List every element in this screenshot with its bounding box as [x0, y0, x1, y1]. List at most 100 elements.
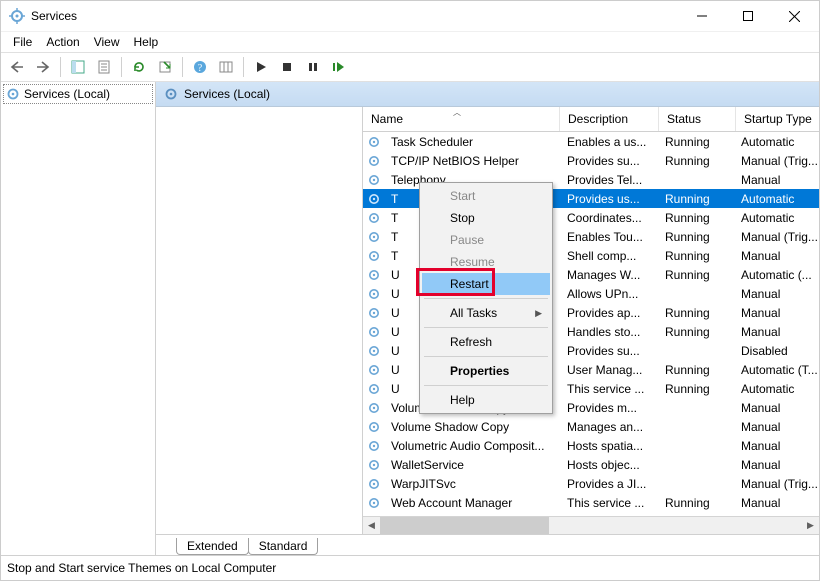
cell-status: Running: [657, 230, 733, 244]
scroll-right-icon[interactable]: ▶: [802, 517, 819, 534]
cell-startup: Manual: [733, 420, 819, 434]
service-gear-icon: [367, 325, 381, 339]
stop-service-button[interactable]: [275, 55, 299, 79]
cell-description: Manages W...: [559, 268, 657, 282]
service-gear-icon: [367, 135, 381, 149]
ctx-refresh[interactable]: Refresh: [422, 331, 550, 353]
cell-startup: Manual: [733, 401, 819, 415]
cell-name: Volumetric Audio Composit...: [383, 439, 559, 453]
col-description[interactable]: Description: [560, 107, 659, 131]
toolbar-separator: [121, 57, 122, 77]
service-gear-icon: [367, 268, 381, 282]
ctx-properties[interactable]: Properties: [422, 360, 550, 382]
service-gear-icon: [367, 363, 381, 377]
cell-startup: Automatic: [733, 211, 819, 225]
help-button[interactable]: ?: [188, 55, 212, 79]
status-text: Stop and Start service Themes on Local C…: [7, 561, 276, 575]
properties-button[interactable]: [92, 55, 116, 79]
cell-startup: Manual: [733, 496, 819, 510]
close-button[interactable]: [771, 1, 817, 31]
table-row[interactable]: Web Account ManagerThis service ...Runni…: [363, 493, 819, 512]
service-gear-icon: [367, 192, 381, 206]
cell-status: Running: [657, 363, 733, 377]
menu-view[interactable]: View: [88, 33, 126, 51]
cell-startup: Manual: [733, 439, 819, 453]
cell-description: Coordinates...: [559, 211, 657, 225]
panel-header: Services (Local): [156, 82, 819, 107]
cell-startup: Manual: [733, 458, 819, 472]
col-status[interactable]: Status: [659, 107, 736, 131]
table-row[interactable]: WarpJITSvcProvides a JI...Manual (Trig..…: [363, 474, 819, 493]
cell-description: Enables Tou...: [559, 230, 657, 244]
ctx-all-tasks[interactable]: All Tasks▶: [422, 302, 550, 324]
pause-service-button[interactable]: [301, 55, 325, 79]
cell-description: User Manag...: [559, 363, 657, 377]
cell-startup: Automatic: [733, 192, 819, 206]
ctx-resume[interactable]: Resume: [422, 251, 550, 273]
service-gear-icon: [367, 496, 381, 510]
gear-icon: [6, 87, 20, 101]
scroll-thumb[interactable]: [380, 517, 549, 534]
service-gear-icon: [367, 382, 381, 396]
cell-name: Volume Shadow Copy: [383, 420, 559, 434]
tab-standard[interactable]: Standard: [248, 538, 319, 555]
ctx-pause[interactable]: Pause: [422, 229, 550, 251]
cell-description: Provides a JI...: [559, 477, 657, 491]
view-tabs: Extended Standard: [156, 534, 819, 555]
ctx-restart[interactable]: Restart: [422, 273, 550, 295]
maximize-button[interactable]: [725, 1, 771, 31]
tab-extended[interactable]: Extended: [176, 538, 249, 555]
tree-pane: Services (Local): [1, 82, 156, 555]
service-gear-icon: [367, 306, 381, 320]
col-name[interactable]: Name: [363, 107, 560, 131]
sort-indicator-icon: ︿: [453, 107, 461, 118]
table-row[interactable]: WalletServiceHosts objec...ManualLocal S…: [363, 455, 819, 474]
horizontal-scrollbar[interactable]: ◀ ▶: [363, 516, 819, 534]
menu-help[interactable]: Help: [128, 33, 165, 51]
table-row[interactable]: TCP/IP NetBIOS HelperProvides su...Runni…: [363, 151, 819, 170]
service-gear-icon: [367, 420, 381, 434]
content-pane: Services (Local) ︿ Name Description Stat…: [156, 82, 819, 555]
table-row[interactable]: Volume Shadow CopyManages an...ManualLoc…: [363, 417, 819, 436]
export-list-button[interactable]: [153, 55, 177, 79]
service-gear-icon: [367, 401, 381, 415]
cell-startup: Manual (Trig...: [733, 477, 819, 491]
table-row[interactable]: Volumetric Audio Composit...Hosts spatia…: [363, 436, 819, 455]
service-gear-icon: [367, 287, 381, 301]
window-controls: [679, 1, 817, 31]
toolbar-separator: [182, 57, 183, 77]
cell-startup: Manual: [733, 173, 819, 187]
column-headers: ︿ Name Description Status Startup Type L…: [363, 107, 819, 132]
cell-description: This service ...: [559, 496, 657, 510]
cell-description: Manages an...: [559, 420, 657, 434]
restart-service-button[interactable]: [327, 55, 351, 79]
cell-status: Running: [657, 249, 733, 263]
ctx-help[interactable]: Help: [422, 389, 550, 411]
nav-back-button[interactable]: [5, 55, 29, 79]
col-startup-type[interactable]: Startup Type: [736, 107, 820, 131]
scroll-left-icon[interactable]: ◀: [363, 517, 380, 534]
refresh-button[interactable]: [127, 55, 151, 79]
minimize-button[interactable]: [679, 1, 725, 31]
start-service-button[interactable]: [249, 55, 273, 79]
cell-status: Running: [657, 192, 733, 206]
ctx-start[interactable]: Start: [422, 185, 550, 207]
service-gear-icon: [367, 458, 381, 472]
cell-startup: Automatic (...: [733, 268, 819, 282]
cell-startup: Disabled: [733, 344, 819, 358]
columns-button[interactable]: [214, 55, 238, 79]
tree-item-services-local[interactable]: Services (Local): [3, 84, 153, 104]
cell-name: TCP/IP NetBIOS Helper: [383, 154, 559, 168]
table-row[interactable]: Task SchedulerEnables a us...RunningAuto…: [363, 132, 819, 151]
service-gear-icon: [367, 344, 381, 358]
menu-file[interactable]: File: [7, 33, 38, 51]
context-menu: Start Stop Pause Resume Restart All Task…: [419, 182, 553, 414]
show-hide-tree-button[interactable]: [66, 55, 90, 79]
service-gear-icon: [367, 230, 381, 244]
cell-startup: Manual (Trig...: [733, 230, 819, 244]
scroll-track[interactable]: [380, 517, 802, 534]
ctx-stop[interactable]: Stop: [422, 207, 550, 229]
nav-forward-button[interactable]: [31, 55, 55, 79]
cell-description: Provides su...: [559, 344, 657, 358]
menu-action[interactable]: Action: [40, 33, 85, 51]
